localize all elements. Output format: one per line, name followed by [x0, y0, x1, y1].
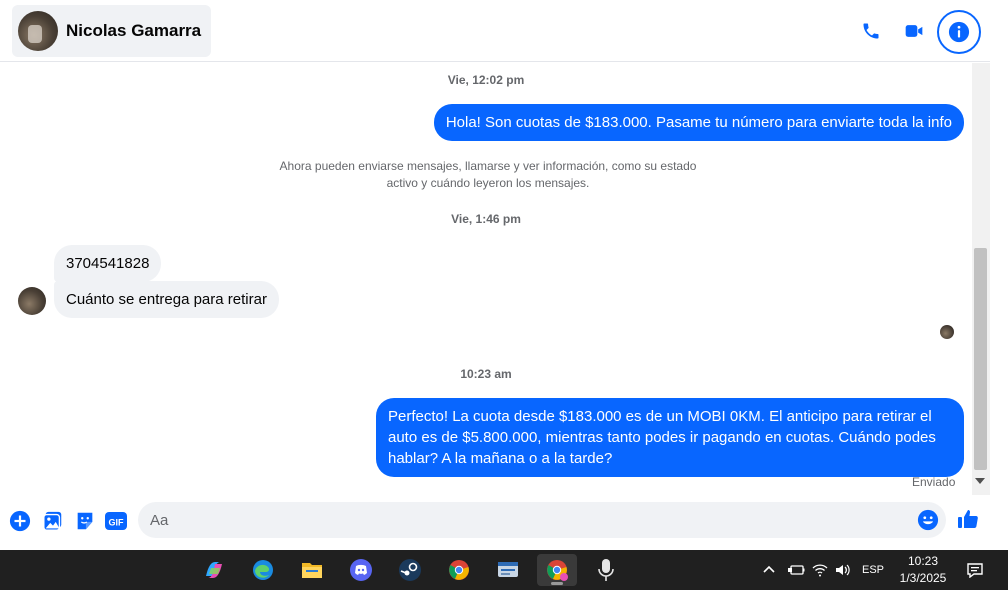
tray-overflow-button[interactable] — [762, 550, 776, 590]
taskbar-chrome-1[interactable] — [439, 554, 479, 586]
contact-name: Nicolas Gamarra — [66, 21, 202, 40]
taskbar-clock[interactable]: 10:23 1/3/2025 — [890, 553, 956, 587]
chevron-up-icon — [763, 565, 775, 573]
delivery-status: Enviado — [912, 475, 956, 489]
seen-avatar — [940, 325, 954, 339]
contact-profile-button[interactable]: Nicolas Gamarra — [12, 5, 212, 57]
app-window-icon — [498, 562, 518, 577]
tray-network[interactable] — [812, 550, 828, 590]
windows-taskbar: ESP 10:23 1/3/2025 — [0, 550, 1008, 590]
system-notice-line: activo y cuándo leyeron los mensajes. — [386, 176, 590, 190]
system-notice: Ahora pueden enviarse mensajes, llamarse… — [258, 158, 718, 192]
chrome-icon — [547, 560, 568, 581]
battery-plugged-icon — [788, 565, 805, 575]
attach-photo-button[interactable] — [41, 509, 65, 533]
discord-icon — [350, 559, 372, 581]
system-notice-line: Ahora pueden enviarse mensajes, llamarse… — [279, 159, 697, 173]
folder-icon — [302, 563, 322, 578]
more-actions-button[interactable] — [8, 509, 32, 533]
incoming-message[interactable]: Cuánto se entrega para retirar — [54, 281, 279, 318]
outgoing-message[interactable]: Hola! Son cuotas de $183.000. Pasame tu … — [433, 104, 964, 141]
notifications-button[interactable] — [966, 550, 984, 590]
video-icon — [905, 25, 923, 37]
tray-battery[interactable] — [787, 550, 805, 590]
emoji-icon — [917, 509, 939, 531]
chat-header: Nicolas Gamarra — [0, 0, 990, 62]
contact-avatar-small[interactable] — [18, 287, 46, 315]
taskbar-discord[interactable] — [341, 554, 381, 586]
svg-text:GIF: GIF — [109, 518, 125, 528]
phone-call-button[interactable] — [852, 12, 890, 50]
notification-icon — [967, 563, 983, 578]
gif-button[interactable]: GIF — [104, 509, 128, 533]
incoming-message[interactable]: 3704541828 — [54, 245, 162, 282]
scroll-thumb[interactable] — [974, 248, 987, 470]
copilot-icon — [206, 562, 222, 578]
message-input[interactable] — [138, 502, 946, 538]
sticker-button[interactable] — [73, 509, 97, 533]
wifi-icon — [812, 564, 828, 577]
tray-language[interactable]: ESP — [862, 550, 884, 590]
conversation-info-button[interactable] — [937, 10, 981, 54]
page-scrollbar[interactable] — [990, 0, 1008, 550]
thumbs-up-icon — [958, 510, 978, 528]
outgoing-message[interactable]: Perfecto! La cuota desde $183.000 es de … — [376, 398, 964, 477]
contact-avatar — [18, 11, 58, 51]
timestamp: Vie, 1:46 pm — [451, 212, 521, 226]
emoji-button[interactable] — [917, 509, 939, 536]
taskbar-copilot[interactable] — [194, 554, 234, 586]
timestamp: 10:23 am — [460, 367, 512, 381]
message-scrollbar[interactable] — [972, 63, 990, 495]
tray-volume[interactable] — [834, 550, 852, 590]
taskbar-steam[interactable] — [390, 554, 430, 586]
phone-icon — [863, 23, 879, 39]
clock-time: 10:23 — [907, 554, 939, 568]
gif-icon: GIF — [105, 512, 127, 530]
plus-circle-icon — [9, 510, 31, 532]
video-call-button[interactable] — [895, 12, 933, 50]
speaker-icon — [836, 564, 850, 576]
clock-date: 1/3/2025 — [899, 571, 947, 585]
message-list[interactable]: Vie, 12:02 pm Hola! Son cuotas de $183.0… — [0, 63, 972, 495]
message-composer: GIF — [0, 495, 990, 550]
taskbar-edge[interactable] — [243, 554, 283, 586]
scroll-down-arrow-icon[interactable] — [975, 478, 985, 484]
timestamp: Vie, 12:02 pm — [447, 73, 525, 87]
taskbar-app-window[interactable] — [488, 554, 528, 586]
photo-icon — [43, 511, 62, 531]
sticker-icon — [77, 512, 93, 530]
messenger-window: Nicolas Gamarra Vie, 12:02 pm Hola! Son … — [0, 0, 1008, 590]
like-button[interactable] — [956, 507, 980, 536]
info-icon — [948, 21, 970, 43]
microphone-icon — [598, 559, 614, 581]
taskbar-file-explorer[interactable] — [292, 554, 332, 586]
chrome-icon — [449, 560, 469, 580]
steam-icon — [399, 559, 421, 581]
edge-icon — [253, 560, 273, 580]
taskbar-voice-recorder[interactable] — [586, 554, 626, 586]
taskbar-chrome-2[interactable] — [537, 554, 577, 586]
